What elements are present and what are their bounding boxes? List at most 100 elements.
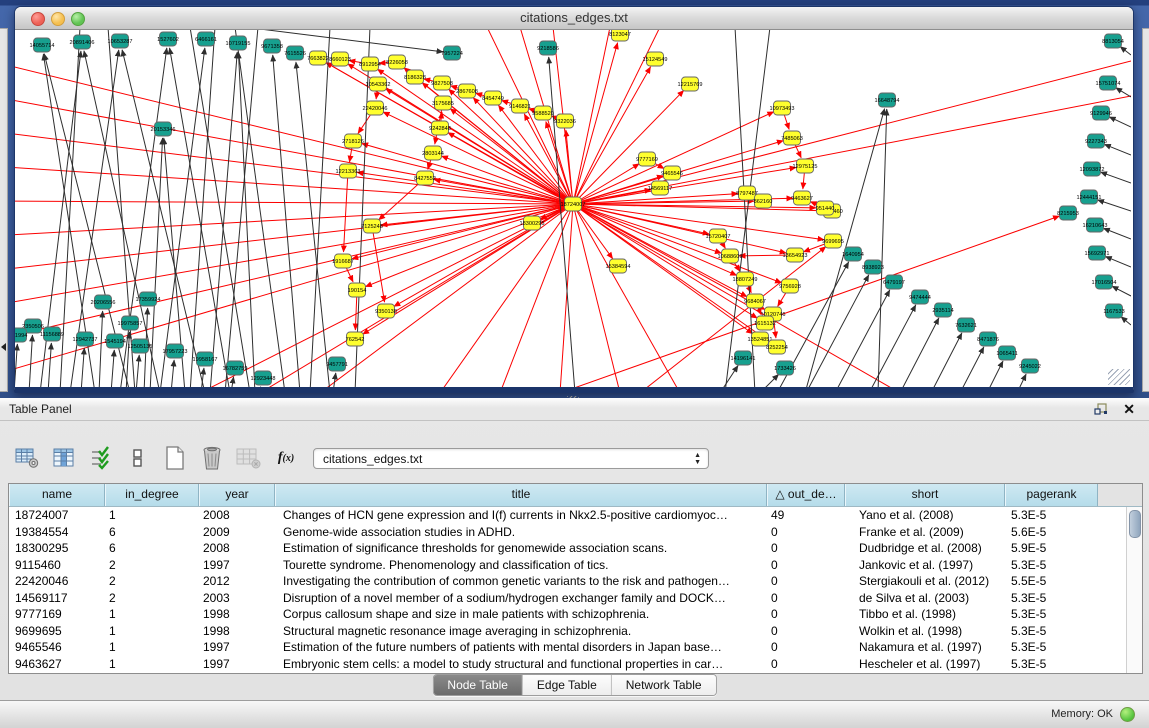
network-node[interactable]: 7485063 xyxy=(781,131,803,145)
network-node[interactable]: 15124549 xyxy=(643,52,668,66)
table-cell[interactable]: Investigating the contribution of common… xyxy=(275,573,767,590)
table-cell[interactable]: 0 xyxy=(767,557,845,574)
table-cell[interactable]: 1 xyxy=(105,656,199,673)
select-mode-icon[interactable] xyxy=(88,444,114,472)
table-cell[interactable]: 19384554 xyxy=(9,524,105,541)
network-node[interactable]: 8938923 xyxy=(862,260,884,274)
table-cell[interactable]: de Silva et al. (2003) xyxy=(845,590,1005,607)
network-node[interactable]: 12505135 xyxy=(128,339,153,353)
table-cell[interactable]: 0 xyxy=(767,590,845,607)
column-header-3[interactable]: title xyxy=(275,484,767,506)
table-cell[interactable]: 2 xyxy=(105,557,199,574)
delete-table-icon[interactable] xyxy=(199,444,225,472)
column-header-1[interactable]: in_degree xyxy=(105,484,199,506)
table-cell[interactable]: 1 xyxy=(105,623,199,640)
network-node[interactable]: 7125248 xyxy=(361,219,383,233)
table-cell[interactable]: 1997 xyxy=(199,557,275,574)
row-height-icon[interactable] xyxy=(125,444,151,472)
network-node[interactable]: 6466161 xyxy=(195,32,217,46)
network-node[interactable]: 862160 xyxy=(754,194,773,208)
table-cell[interactable]: Embryonic stem cells: a model to study s… xyxy=(275,656,767,673)
network-node[interactable]: 8186328 xyxy=(404,70,426,84)
window-resize-grip-icon[interactable] xyxy=(1108,369,1130,385)
network-node[interactable]: 8215953 xyxy=(1057,206,1079,220)
network-node[interactable]: 762542 xyxy=(346,332,365,346)
network-node[interactable]: 8660123 xyxy=(329,52,351,66)
table-row[interactable]: 946362711997Embryonic stem cells: a mode… xyxy=(9,656,1126,673)
column-header-5[interactable]: short xyxy=(845,484,1005,506)
network-node[interactable]: 6479197 xyxy=(883,275,905,289)
network-node[interactable]: 9684067 xyxy=(744,294,766,308)
network-node[interactable]: 14569117 xyxy=(648,181,672,195)
table-cell[interactable]: 1997 xyxy=(199,656,275,673)
table-cell[interactable]: 9699695 xyxy=(9,623,105,640)
table-cell[interactable]: 1 xyxy=(105,639,199,656)
table-cell[interactable]: Disruption of a novel member of a sodium… xyxy=(275,590,767,607)
table-cell[interactable]: Yano et al. (2008) xyxy=(845,507,1005,524)
table-selector-dropdown[interactable]: citations_edges.txt ▲▼ xyxy=(313,448,709,469)
table-cell[interactable]: 0 xyxy=(767,639,845,656)
close-panel-icon[interactable]: ✕ xyxy=(1123,400,1135,418)
column-header-2[interactable]: year xyxy=(199,484,275,506)
network-node[interactable]: 12942737 xyxy=(73,332,98,346)
network-node[interactable]: 13654923 xyxy=(783,248,808,262)
network-node[interactable]: 8226058 xyxy=(386,55,408,69)
table-row[interactable]: 977716911998Corpus callosum shape and si… xyxy=(9,606,1126,623)
network-node[interactable]: 951440 xyxy=(816,201,835,215)
network-node[interactable]: 12215769 xyxy=(678,77,703,91)
network-node[interactable]: 12923448 xyxy=(251,371,276,385)
table-cell[interactable]: 5.5E-5 xyxy=(1005,573,1098,590)
table-cell[interactable]: 2008 xyxy=(199,540,275,557)
table-cell[interactable]: 5.3E-5 xyxy=(1005,606,1098,623)
table-cell[interactable]: 9465546 xyxy=(9,639,105,656)
table-cell[interactable]: 2 xyxy=(105,573,199,590)
network-node[interactable]: 15720407 xyxy=(706,229,731,243)
table-row[interactable]: 1456911722003Disruption of a novel membe… xyxy=(9,590,1126,607)
network-node[interactable]: 15751074 xyxy=(1096,76,1121,90)
table-cell[interactable]: 0 xyxy=(767,573,845,590)
table-cell[interactable]: Franke et al. (2009) xyxy=(845,524,1005,541)
table-cell[interactable]: Nakamura et al. (1997) xyxy=(845,639,1005,656)
function-builder-icon[interactable]: f(x) xyxy=(273,444,299,472)
network-node[interactable]: 7632621 xyxy=(955,318,977,332)
network-node[interactable]: 17957223 xyxy=(163,344,188,358)
network-node[interactable]: 18807249 xyxy=(733,272,758,286)
table-cell[interactable]: 18724007 xyxy=(9,507,105,524)
tab-node-table[interactable]: Node Table xyxy=(433,675,523,695)
network-node[interactable]: 9218586 xyxy=(537,41,559,55)
memory-status-indicator-icon[interactable] xyxy=(1120,707,1135,722)
network-node[interactable]: 8471876 xyxy=(977,332,999,346)
table-settings-icon[interactable] xyxy=(14,444,40,472)
table-cell[interactable]: 2008 xyxy=(199,507,275,524)
network-node[interactable]: 12213363 xyxy=(336,164,361,178)
column-header-0[interactable]: name xyxy=(9,484,105,506)
network-node[interactable]: 1545194 xyxy=(104,334,126,348)
table-cell[interactable]: 0 xyxy=(767,540,845,557)
table-cell[interactable]: 5.3E-5 xyxy=(1005,656,1098,673)
table-cell[interactable]: 5.3E-5 xyxy=(1005,557,1098,574)
table-cell[interactable]: Estimation of significance thresholds fo… xyxy=(275,540,767,557)
table-cell[interactable]: Jankovic et al. (1997) xyxy=(845,557,1005,574)
table-cell[interactable]: 49 xyxy=(767,507,845,524)
network-node[interactable]: 9699695 xyxy=(822,234,844,248)
network-node[interactable]: 18300295 xyxy=(520,216,545,230)
network-node[interactable]: 9756928 xyxy=(779,279,801,293)
network-node[interactable]: 8454749 xyxy=(482,91,504,105)
network-node[interactable]: 8912954 xyxy=(359,57,381,71)
network-node[interactable]: 8123047 xyxy=(609,30,631,41)
network-node[interactable]: 9242848 xyxy=(429,121,451,135)
table-cell[interactable]: 6 xyxy=(105,524,199,541)
network-node[interactable]: 12444151 xyxy=(1077,190,1102,204)
table-row[interactable]: 946554611997Estimation of the future num… xyxy=(9,639,1126,656)
network-node[interactable]: 10543362 xyxy=(366,77,391,91)
table-cell[interactable]: 1 xyxy=(105,507,199,524)
network-node[interactable]: 8813054 xyxy=(1102,34,1124,48)
network-node[interactable]: 9322036 xyxy=(554,114,576,128)
table-cell[interactable]: Dudbridge et al. (2008) xyxy=(845,540,1005,557)
table-cell[interactable]: Hescheler et al. (1997) xyxy=(845,656,1005,673)
network-node[interactable]: 1167533 xyxy=(1103,304,1124,318)
network-node[interactable]: 11156889 xyxy=(40,327,64,341)
network-node[interactable]: 9227343 xyxy=(1085,134,1107,148)
network-node[interactable]: 10973493 xyxy=(770,101,795,115)
panel-collapse-arrow-icon[interactable] xyxy=(1,343,6,351)
